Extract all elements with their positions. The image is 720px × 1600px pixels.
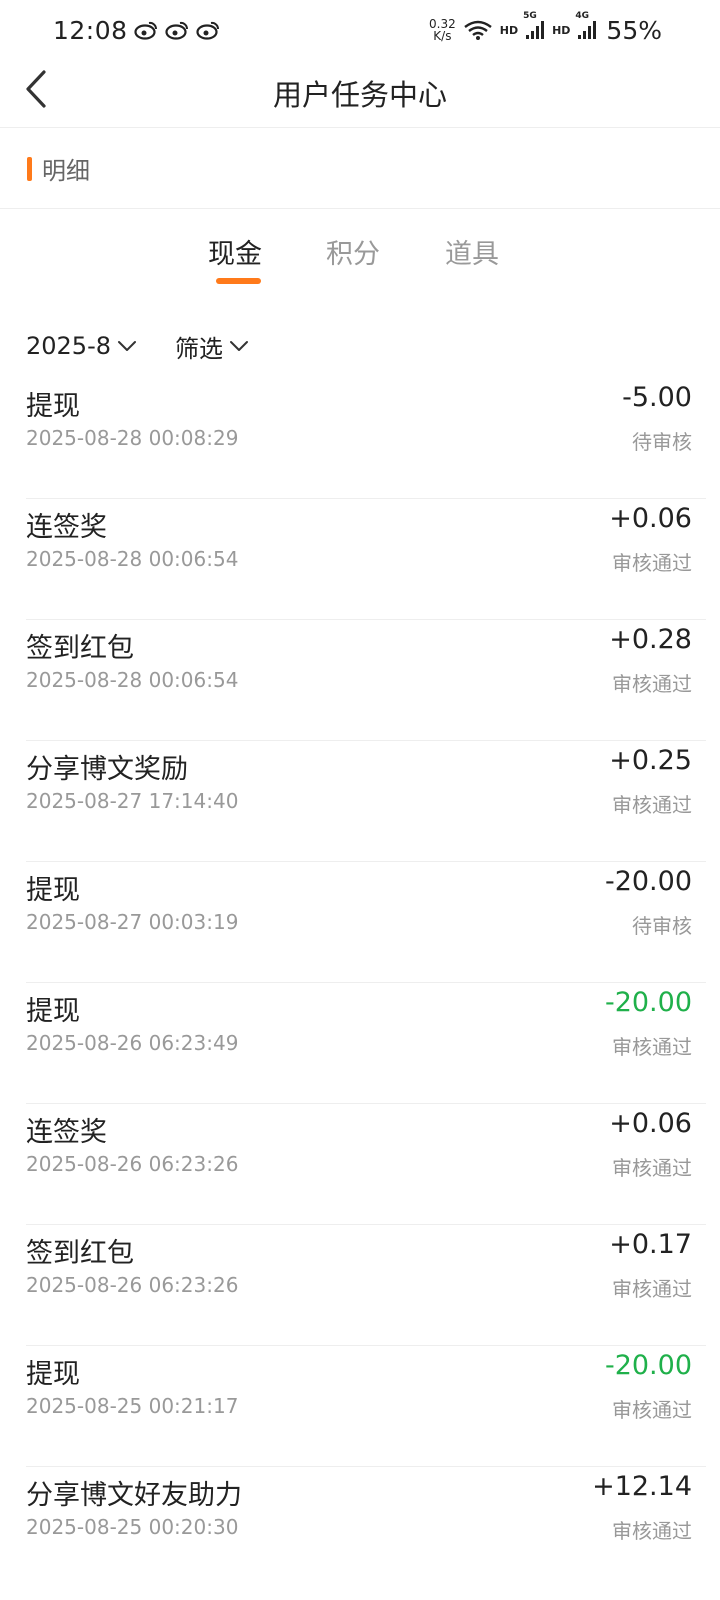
section-accent-bar <box>27 157 32 181</box>
tab-bar: 现金 积分 道具 <box>0 220 720 290</box>
weibo-notification-icon <box>164 21 188 40</box>
transaction-status: 审核通过 <box>612 1519 692 1543</box>
transaction-title: 分享博文好友助力 <box>26 1480 242 1511</box>
wifi-icon <box>464 20 492 40</box>
filter-selector[interactable]: 筛选 <box>175 329 249 364</box>
signal-tag: 5G <box>523 11 537 21</box>
transaction-title: 连签奖 <box>26 512 107 543</box>
transaction-title: 提现 <box>26 391 80 422</box>
transaction-row[interactable]: 提现 2025-08-25 00:21:17 -20.00 审核通过 <box>26 1346 706 1467</box>
month-selector-label: 2025-8 <box>26 332 112 360</box>
transaction-time: 2025-08-26 06:23:49 <box>26 1031 239 1055</box>
transaction-amount: +0.06 <box>609 1108 692 1139</box>
transaction-time: 2025-08-25 00:20:30 <box>26 1515 239 1539</box>
section-title: 明细 <box>42 157 90 185</box>
transaction-title: 分享博文奖励 <box>26 754 188 785</box>
transaction-title: 签到红包 <box>26 1238 134 1269</box>
active-tab-indicator <box>216 278 261 284</box>
weibo-notification-icon <box>195 21 219 40</box>
transaction-amount: +0.17 <box>609 1229 692 1260</box>
tab-points[interactable]: 积分 <box>313 232 393 271</box>
transaction-row[interactable]: 分享博文奖励 2025-08-27 17:14:40 +0.25 审核通过 <box>26 741 706 862</box>
status-bar-right: 0.32 K/s HD 5G HD 4G 55% <box>429 11 662 45</box>
transaction-amount: -20.00 <box>604 866 692 897</box>
transaction-amount: +0.06 <box>609 503 692 534</box>
transaction-status: 审核通过 <box>612 672 692 696</box>
signal-bars-icon <box>578 21 597 39</box>
transaction-title: 签到红包 <box>26 633 134 664</box>
page-title: 用户任务中心 <box>272 78 447 112</box>
transaction-status: 审核通过 <box>612 793 692 817</box>
transaction-row[interactable]: 签到红包 2025-08-26 06:23:26 +0.17 审核通过 <box>26 1225 706 1346</box>
filter-selector-label: 筛选 <box>175 334 224 363</box>
transaction-status: 审核通过 <box>612 1277 692 1301</box>
clock: 12:08 <box>53 15 128 45</box>
transaction-row[interactable]: 提现 2025-08-27 00:03:19 -20.00 待审核 <box>26 862 706 983</box>
transaction-row[interactable]: 连签奖 2025-08-28 00:06:54 +0.06 审核通过 <box>26 499 706 620</box>
transaction-amount: +0.25 <box>609 745 692 776</box>
battery-level: 55% <box>606 15 662 45</box>
signal-tag: 4G <box>575 11 590 21</box>
transaction-status: 审核通过 <box>612 1398 692 1422</box>
transaction-amount: +0.28 <box>609 624 692 655</box>
tab-items[interactable]: 道具 <box>432 232 512 271</box>
transaction-status: 待审核 <box>632 430 692 454</box>
transaction-row[interactable]: 提现 2025-08-26 06:23:49 -20.00 审核通过 <box>26 983 706 1104</box>
transaction-amount: -20.00 <box>604 1350 692 1381</box>
transaction-time: 2025-08-28 00:06:54 <box>26 668 239 692</box>
transaction-time: 2025-08-26 06:23:26 <box>26 1152 239 1176</box>
transaction-time: 2025-08-25 00:21:17 <box>26 1394 239 1418</box>
transaction-amount: -5.00 <box>622 382 692 413</box>
transaction-row[interactable]: 签到红包 2025-08-28 00:06:54 +0.28 审核通过 <box>26 620 706 741</box>
signal-5g: 5G <box>523 11 545 40</box>
transaction-status: 待审核 <box>632 914 692 938</box>
chevron-down-icon <box>118 341 137 351</box>
transaction-status: 审核通过 <box>612 1156 692 1180</box>
transaction-title: 提现 <box>26 996 80 1027</box>
transaction-row[interactable]: 分享博文好友助力 2025-08-25 00:20:30 +12.14 审核通过 <box>26 1467 706 1588</box>
transaction-time: 2025-08-28 00:08:29 <box>26 426 239 450</box>
transaction-time: 2025-08-27 17:14:40 <box>26 789 239 813</box>
hd-label: HD <box>552 23 571 37</box>
month-selector[interactable]: 2025-8 <box>26 332 137 360</box>
network-speed-unit: K/s <box>433 29 452 43</box>
hd-label: HD <box>499 23 519 37</box>
chevron-down-icon <box>230 341 249 351</box>
transaction-status: 审核通过 <box>612 551 692 575</box>
weibo-notification-icon <box>133 21 157 40</box>
transaction-time: 2025-08-27 00:03:19 <box>26 910 239 934</box>
transaction-amount: -20.00 <box>604 987 692 1018</box>
filter-bar: 2025-8 筛选 <box>26 326 249 366</box>
transaction-title: 连签奖 <box>26 1117 107 1148</box>
transaction-row[interactable]: 连签奖 2025-08-26 06:23:26 +0.06 审核通过 <box>26 1104 706 1225</box>
transaction-title: 提现 <box>26 875 80 906</box>
transaction-time: 2025-08-26 06:23:26 <box>26 1273 239 1297</box>
signal-bars-icon <box>526 21 545 39</box>
transaction-amount: +12.14 <box>592 1471 692 1502</box>
status-bar: 12:08 0.32 K/s HD 5G HD 4G 55% <box>0 0 720 60</box>
page: 12:08 0.32 K/s HD 5G HD 4G 55% 用户任务中心 明细… <box>0 0 720 1600</box>
detail-section-header: 明细 <box>0 129 720 209</box>
network-speed: 0.32 K/s <box>429 18 456 42</box>
status-bar-left: 12:08 <box>53 16 221 45</box>
transaction-list: 提现 2025-08-28 00:08:29 -5.00 待审核 连签奖 202… <box>0 378 720 1588</box>
transaction-status: 审核通过 <box>612 1035 692 1059</box>
tab-cash[interactable]: 现金 <box>195 232 275 271</box>
app-header: 用户任务中心 <box>0 60 720 128</box>
signal-4g: 4G <box>575 11 597 40</box>
transaction-row[interactable]: 提现 2025-08-28 00:08:29 -5.00 待审核 <box>26 378 706 499</box>
transaction-title: 提现 <box>26 1359 80 1390</box>
transaction-time: 2025-08-28 00:06:54 <box>26 547 239 571</box>
